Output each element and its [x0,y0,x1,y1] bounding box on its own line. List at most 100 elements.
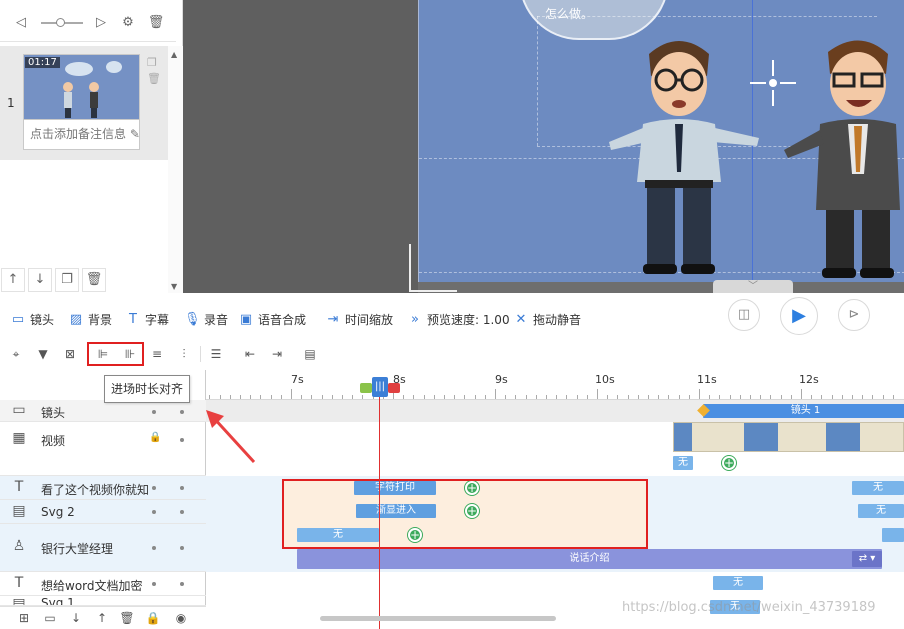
switch-action-dropdown[interactable]: ⇄ ▾ [852,551,882,567]
ruler-tick [536,395,537,399]
track-header[interactable]: T 想给word文档加密 [0,572,206,596]
speech-synthesis-button[interactable]: ▣ 语音合成 [238,311,306,328]
snapshot-button[interactable]: ◫ [728,299,760,331]
ruler-tick [730,395,731,399]
video-clip[interactable] [673,422,904,452]
properties-icon[interactable]: ▤ [301,345,319,363]
visibility-dot[interactable] [180,486,184,490]
shift-right-icon[interactable]: ⇥ [268,345,286,363]
none-effect[interactable]: 无 [673,456,693,470]
shift-left-icon[interactable]: ⇤ [241,345,259,363]
visibility-dot[interactable] [180,410,184,414]
lock-dot[interactable] [152,582,156,586]
lock-dot[interactable] [152,510,156,514]
subtitle-button[interactable]: T 字幕 [125,311,169,328]
talk-action-clip[interactable]: 说话介绍 [297,549,882,569]
move-down-icon[interactable]: ↓ [68,611,84,625]
track-header[interactable]: ♙ 银行大堂经理 [0,524,206,572]
track-header[interactable]: ▤ Svg 2 [0,500,206,524]
stage[interactable]: 怎么做。 [418,0,904,282]
delete-icon[interactable]: 🗑 [147,14,165,32]
duplicate-icon[interactable]: ❐ [55,268,79,292]
character-glasses-man[interactable] [609,32,769,278]
slide-note-input[interactable]: 点击添加备注信息 ✎ [23,120,140,150]
camera-clip[interactable]: 镜头 1 [703,404,904,418]
delete-icon[interactable]: 🗑 [82,268,106,292]
tick-label: 10s [595,373,615,386]
eye-icon[interactable]: ◉ [173,611,189,625]
lock-dot[interactable] [152,410,156,414]
slide-actions: ↑ ↓ ❐ 🗑 [0,266,110,294]
scroll-up-icon[interactable]: ▲ [171,50,177,59]
track-header[interactable]: T 看了这个视频你就知 [0,476,206,500]
visibility-dot[interactable] [180,546,184,550]
editing-canvas[interactable]: 怎么做。 ﹀ [183,0,904,293]
settings-icon[interactable]: ⚙ [119,14,137,32]
preview-speed-button[interactable]: » 预览速度: 1.00 [407,311,510,328]
track-header[interactable]: ▭ 镜头 [0,400,206,422]
playhead-handle[interactable]: ||| [372,377,388,397]
clear-filter-icon[interactable]: ⊠ [61,345,79,363]
none-effect[interactable]: 无 [858,504,904,518]
slide-thumbnail[interactable]: 01:17 [23,54,140,120]
ruler-tick [434,395,435,399]
visibility-dot[interactable] [180,438,184,442]
time-scale-button[interactable]: ⇥ 时间缩放 [325,311,393,328]
lock-icon[interactable]: 🔒 [149,432,161,443]
lock-dot[interactable] [152,486,156,490]
ruler-tick [311,395,312,399]
text-track-row[interactable] [206,572,904,596]
drag-mute-button[interactable]: ✕ 拖动静音 [513,311,581,328]
visibility-dot[interactable] [180,582,184,586]
background-button[interactable]: ▨ 背景 [68,311,112,328]
lock-dot[interactable] [152,546,156,550]
align-track-icon[interactable]: ≡ [148,345,166,363]
slide-list-scrollbar[interactable]: ▲ ▼ [168,46,183,293]
move-up-icon[interactable]: ↑ [1,268,25,292]
distribute-icon[interactable]: ☰ [207,345,225,363]
none-effect[interactable]: 无 [852,481,904,495]
ruler-tick [719,395,720,399]
delete-icon[interactable]: 🗑 [119,611,135,625]
ruler-tick [291,389,292,399]
canvas-collapse-tab[interactable]: ﹀ [713,280,793,293]
exit-marker[interactable] [388,383,400,393]
copy-slide-icon[interactable]: ❐ [147,56,159,69]
move-up-icon[interactable]: ↑ [94,611,110,625]
video-icon: ▦ [12,430,26,446]
slide-item[interactable]: 1 01:17 点击添加备注信息 ✎ ❐ 🗑 [0,46,176,160]
none-effect[interactable] [882,528,904,542]
track-header[interactable]: ▤ Svg 1 [0,596,206,606]
none-effect[interactable]: 无 [713,576,763,590]
zoom-slider-knob[interactable] [56,18,65,27]
time-ruler[interactable]: 7s 8s 9s 10s 11s 12s [206,370,904,400]
play-button[interactable]: ▶ [780,297,818,335]
ruler-tick [454,395,455,399]
zoom-out-icon[interactable]: ◁ [12,14,30,32]
move-down-icon[interactable]: ↓ [28,268,52,292]
annotation-arrow [206,410,256,464]
preview-button[interactable]: ⊳ [838,299,870,331]
camera-button[interactable]: ▭ 镜头 [10,311,54,328]
add-effect-icon[interactable]: + [722,456,736,470]
delete-slide-icon[interactable]: 🗑 [147,72,161,85]
timeline-scrollbar[interactable] [320,616,556,621]
locate-icon[interactable]: ⌖ [7,345,25,363]
align-bottom-icon[interactable]: ⫶ [175,345,193,363]
ruler-tick [342,395,343,399]
enter-marker[interactable] [360,383,372,393]
add-track-icon[interactable]: ⊞ [16,611,32,625]
filter-icon[interactable]: ▼ [34,345,52,363]
lock-icon[interactable]: 🔒 [145,611,161,625]
playhead-line[interactable] [379,378,380,629]
zoom-in-icon[interactable]: ▷ [92,14,110,32]
track-header[interactable]: ▦ 视频 🔒 [0,422,206,476]
record-button[interactable]: 🎙 录音 [184,311,228,328]
character-manager[interactable] [784,34,904,280]
visibility-dot[interactable] [180,510,184,514]
folder-icon[interactable]: ▭ [42,611,58,625]
microphone-icon: 🎙 [184,311,201,327]
timeline-tracks[interactable]: 镜头 1 无 + 字符打印 + 无 渐显进入 + 无 无 + 说话介绍 ⇄ ▾ … [206,400,904,629]
scroll-down-icon[interactable]: ▼ [171,282,177,291]
ruler-tick [250,395,251,399]
